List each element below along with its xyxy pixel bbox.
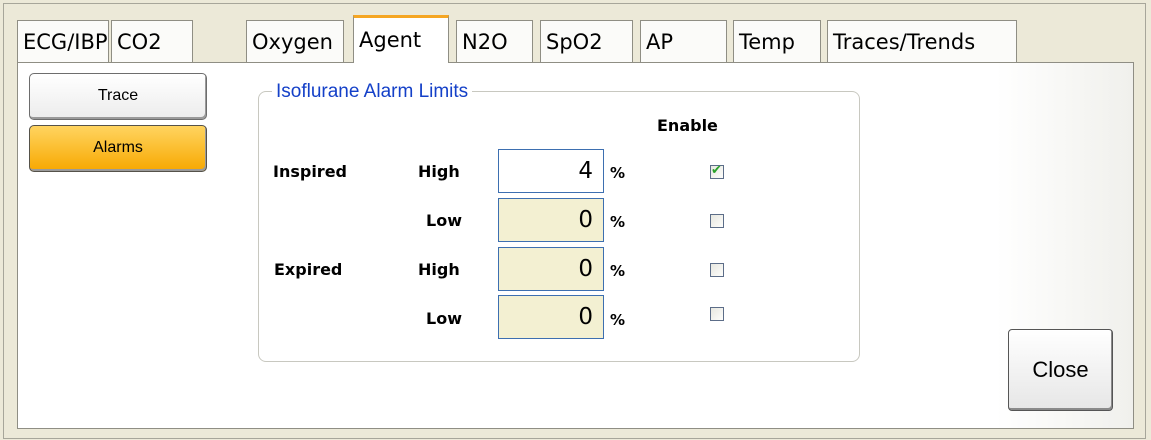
level-label: High — [418, 260, 460, 279]
inspired-high-field[interactable]: 4 — [498, 149, 604, 193]
level-label: High — [418, 162, 460, 181]
tab-traces-trends[interactable]: Traces/Trends — [827, 20, 1017, 62]
check-mark-icon: ✔ — [711, 163, 722, 178]
trace-button[interactable]: Trace — [29, 73, 207, 120]
enable-header: Enable — [657, 116, 718, 135]
tab-co2[interactable]: CO2 — [111, 20, 193, 62]
tab-temp[interactable]: Temp — [733, 20, 821, 62]
unit-label: % — [610, 262, 626, 280]
inspired-label: Inspired — [273, 162, 347, 181]
expired-high-field[interactable]: 0 — [498, 247, 604, 291]
tab-ap[interactable]: AP — [640, 20, 727, 62]
unit-label: % — [610, 213, 626, 231]
close-button[interactable]: Close — [1008, 329, 1113, 411]
tab-spo2[interactable]: SpO2 — [540, 20, 633, 62]
unit-label: % — [610, 311, 626, 329]
tab-ecg-ibp[interactable]: ECG/IBP — [17, 20, 109, 62]
inspired-low-enable-checkbox[interactable] — [710, 214, 724, 228]
expired-low-enable-checkbox[interactable] — [710, 307, 724, 321]
group-title: Isoflurane Alarm Limits — [272, 81, 473, 103]
inspired-high-enable-checkbox[interactable]: ✔ — [710, 163, 724, 179]
level-label: Low — [426, 309, 462, 328]
tab-n2o[interactable]: N2O — [456, 20, 533, 62]
level-label: Low — [426, 211, 462, 230]
inspired-low-field[interactable]: 0 — [498, 198, 604, 242]
expired-low-field[interactable]: 0 — [498, 295, 604, 339]
unit-label: % — [610, 164, 626, 182]
expired-label: Expired — [274, 260, 343, 279]
alarms-button[interactable]: Alarms — [29, 125, 207, 172]
expired-high-enable-checkbox[interactable] — [710, 263, 724, 277]
tab-agent[interactable]: Agent — [353, 15, 449, 63]
agent-panel: Trace Alarms Isoflurane Alarm Limits Ena… — [17, 62, 1134, 429]
tab-oxygen[interactable]: Oxygen — [246, 20, 344, 62]
